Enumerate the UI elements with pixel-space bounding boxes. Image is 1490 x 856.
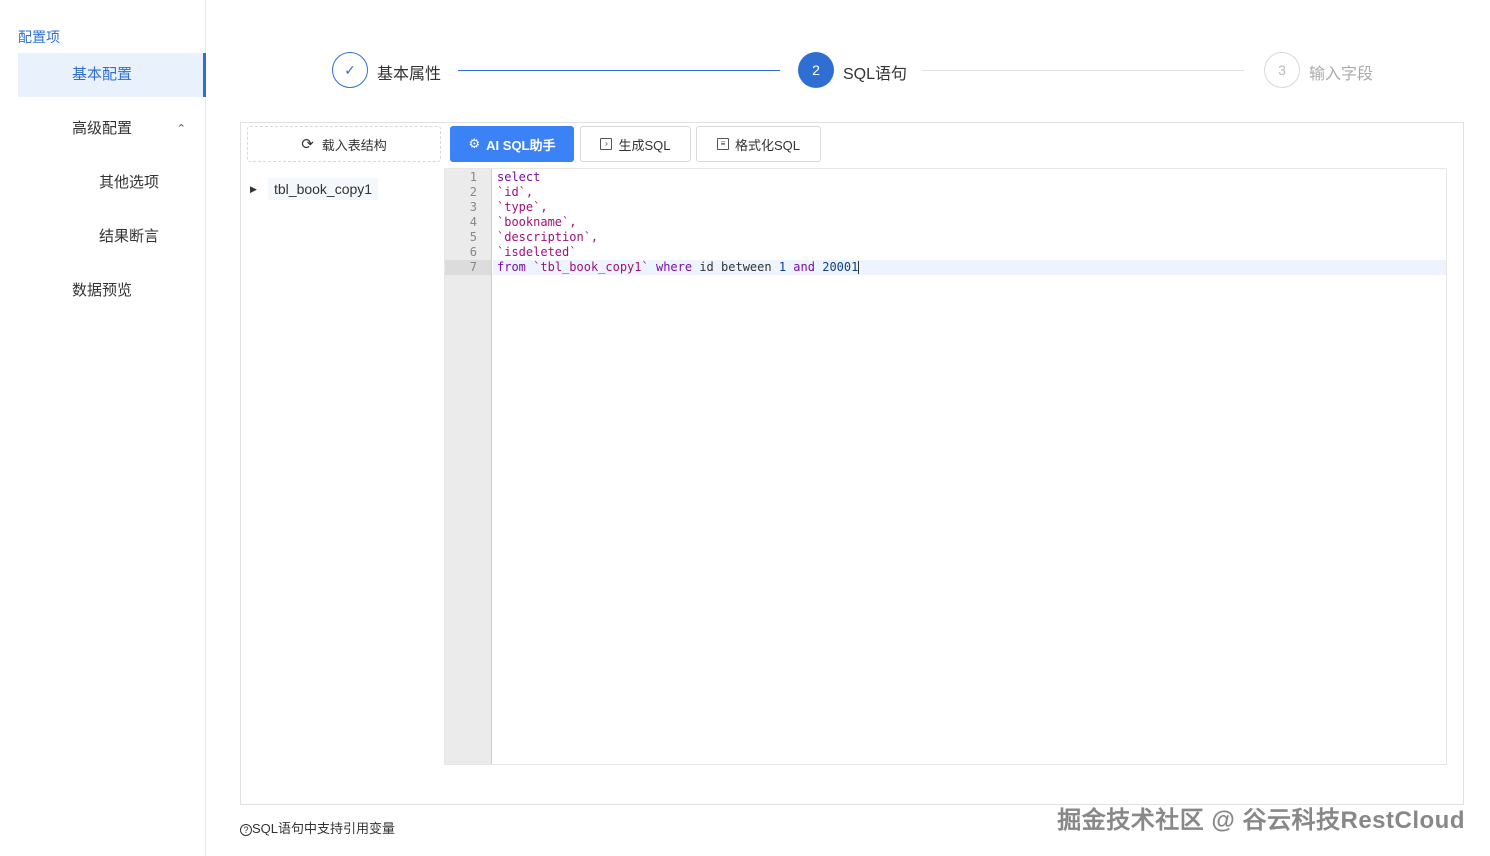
text-cursor — [858, 261, 860, 274]
sql-identifier: `type`, — [497, 200, 548, 214]
step-connector — [922, 70, 1244, 71]
step-label-basic-properties[interactable]: 基本属性 — [377, 60, 441, 84]
line-number: 3 — [469, 200, 477, 214]
code-line: from `tbl_book_copy1` where id between 1… — [497, 260, 860, 274]
code-line: `description`, — [497, 230, 598, 244]
code-line: `bookname`, — [497, 215, 576, 229]
sidebar-item-label: 数据预览 — [72, 282, 133, 299]
sidebar-item-other-options[interactable]: 其他选项 — [18, 161, 206, 205]
sql-variable-hint: ? SQL语句中支持引用变量 — [240, 818, 395, 837]
step-number-3[interactable]: 3 — [1264, 52, 1300, 88]
line-number: 5 — [469, 230, 477, 244]
sql-identifier: `tbl_book_copy1` — [533, 260, 649, 274]
line-number: 6 — [469, 245, 477, 259]
sql-keyword: where — [655, 260, 693, 274]
line-number: 2 — [469, 185, 477, 199]
sidebar-title: 配置项 — [18, 29, 60, 45]
load-table-structure-label: 载入表结构 — [321, 137, 387, 153]
sql-editor[interactable]: 1 2 3 4 5 6 7 select `id`, `type`, `book… — [444, 168, 1447, 765]
sidebar-item-data-preview[interactable]: 数据预览 — [18, 269, 206, 313]
step-connector — [458, 70, 780, 71]
sql-keyword: and — [793, 260, 815, 274]
ai-sql-assistant-button[interactable]: ⚙ AI SQL助手 — [450, 126, 574, 162]
sidebar-item-label: 其他选项 — [99, 174, 160, 191]
line-number: 1 — [469, 170, 477, 184]
sql-keyword: select — [497, 170, 541, 184]
sql-identifier: `id`, — [497, 185, 534, 199]
generate-sql-button[interactable]: › 生成SQL — [580, 126, 691, 162]
ai-sql-assistant-label: AI SQL助手 — [486, 137, 556, 153]
sidebar-item-advanced-config[interactable]: 高级配置 ⌃ — [18, 107, 206, 151]
sidebar-item-basic-config[interactable]: 基本配置 — [18, 53, 206, 97]
code-line: select — [497, 170, 540, 184]
sql-identifier: `description`, — [497, 230, 599, 244]
sidebar-item-result-assertion[interactable]: 结果断言 — [18, 215, 206, 259]
check-icon[interactable]: ✓ — [332, 52, 368, 88]
line-number-gutter: 1 2 3 4 5 6 7 — [445, 169, 492, 764]
sql-identifier: id — [699, 260, 714, 274]
generate-sql-label: 生成SQL — [618, 137, 671, 153]
sidebar-item-label: 基本配置 — [72, 66, 133, 83]
line-number-active: 7 — [445, 260, 491, 275]
code-line: `type`, — [497, 200, 548, 214]
step-label-input-fields[interactable]: 输入字段 — [1309, 60, 1373, 84]
sql-keyword: from — [497, 260, 526, 274]
load-table-structure-button[interactable]: ⟳ 载入表结构 — [247, 126, 441, 162]
sql-keyword: between — [721, 260, 772, 274]
terminal-icon: › — [600, 138, 613, 150]
sql-number: 1 — [778, 260, 787, 274]
step-number-2[interactable]: 2 — [798, 52, 834, 88]
tree-node[interactable]: ▶ tbl_book_copy1 — [250, 176, 379, 202]
line-number: 4 — [469, 215, 477, 229]
sql-identifier: `bookname`, — [497, 215, 577, 229]
sidebar: 配置项 基本配置 高级配置 ⌃ 其他选项 结果断言 数据预览 — [0, 0, 206, 856]
help-icon: ? — [240, 823, 252, 836]
sidebar-item-label: 高级配置 — [72, 120, 133, 137]
step-label-sql[interactable]: SQL语句 — [843, 60, 907, 84]
code-line: `isdeleted` — [497, 245, 576, 259]
format-icon: ≡ — [716, 138, 729, 150]
sidebar-item-label: 结果断言 — [99, 228, 160, 245]
sql-number: 20001 — [822, 260, 859, 274]
caret-right-icon[interactable]: ▶ — [250, 184, 260, 195]
sql-identifier: `isdeleted` — [497, 245, 577, 259]
tree-node-label[interactable]: tbl_book_copy1 — [268, 178, 379, 200]
sql-variable-hint-text: SQL语句中支持引用变量 — [252, 821, 396, 836]
format-sql-label: 格式化SQL — [734, 137, 800, 153]
watermark: 掘金技术社区 @ 谷云科技RestCloud — [1057, 807, 1465, 834]
format-sql-button[interactable]: ≡ 格式化SQL — [696, 126, 821, 162]
ai-icon: ⚙ — [468, 136, 481, 151]
code-line: `id`, — [497, 185, 533, 199]
chevron-up-icon: ⌃ — [176, 123, 186, 135]
refresh-icon: ⟳ — [301, 136, 314, 153]
